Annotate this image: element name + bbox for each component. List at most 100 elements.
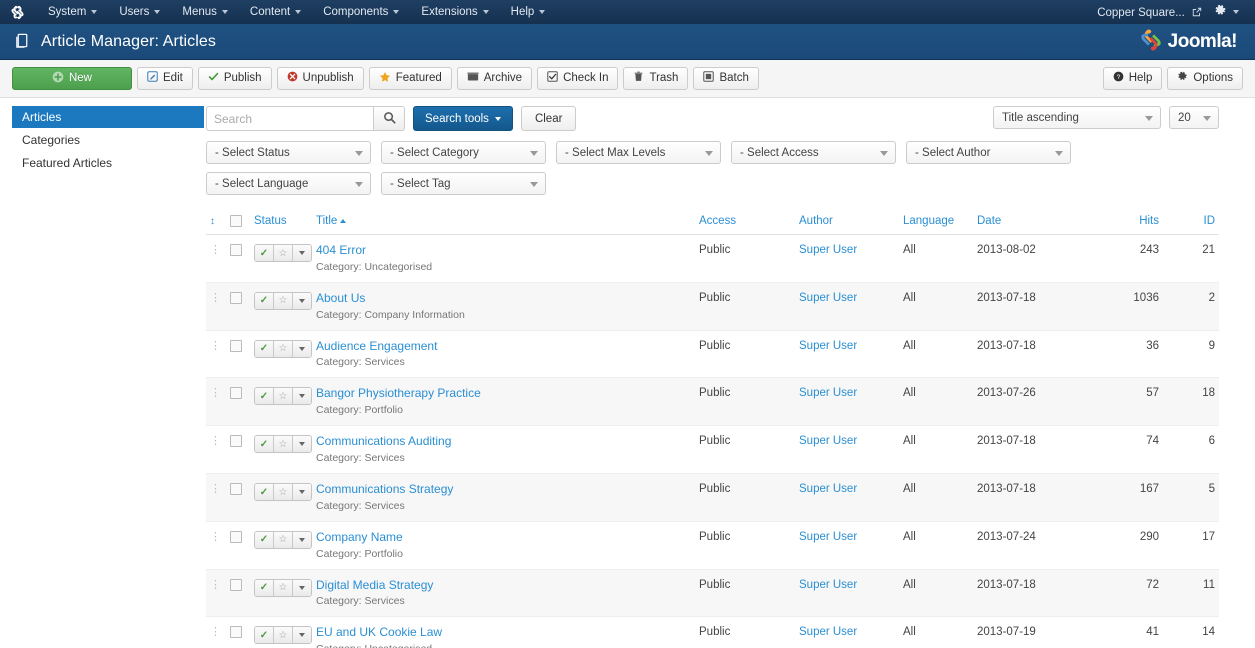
author-link[interactable]: Super User: [799, 626, 857, 638]
drag-handle-icon[interactable]: ⋮: [210, 340, 221, 352]
sort-order-select[interactable]: Title ascending: [993, 106, 1161, 129]
drag-handle-icon[interactable]: ⋮: [210, 531, 221, 543]
row-checkbox[interactable]: [230, 530, 242, 543]
status-dropdown-toggle[interactable]: [293, 627, 311, 644]
options-button[interactable]: Options: [1167, 67, 1243, 90]
status-dropdown-toggle[interactable]: [293, 340, 311, 357]
menu-item-extensions[interactable]: Extensions: [410, 2, 499, 22]
menu-item-users[interactable]: Users: [108, 2, 171, 22]
featured-star-icon[interactable]: ☆: [274, 388, 293, 405]
status-dropdown-toggle[interactable]: [293, 579, 311, 596]
author-link[interactable]: Super User: [799, 483, 857, 495]
publish-status-icon[interactable]: ✓: [255, 340, 274, 357]
publish-button[interactable]: Publish: [197, 67, 272, 90]
publish-status-icon[interactable]: ✓: [255, 484, 274, 501]
archive-button[interactable]: Archive: [456, 67, 533, 90]
row-checkbox[interactable]: [230, 244, 242, 257]
column-header-id[interactable]: ID: [1163, 211, 1219, 236]
featured-star-icon[interactable]: ☆: [274, 627, 293, 644]
joomla-mark-icon[interactable]: [10, 5, 25, 20]
drag-handle-icon[interactable]: ⋮: [210, 387, 221, 399]
column-header-ordering[interactable]: ↕: [206, 211, 226, 236]
filter-category-select[interactable]: - Select Category: [381, 141, 546, 164]
author-link[interactable]: Super User: [799, 292, 857, 304]
article-title-link[interactable]: Communications Auditing: [316, 434, 691, 449]
sidebar-item-featured-articles[interactable]: Featured Articles: [12, 152, 204, 174]
column-header-title[interactable]: Title: [312, 211, 695, 236]
help-button[interactable]: ? Help: [1102, 67, 1163, 90]
row-checkbox[interactable]: [230, 578, 242, 591]
filter-status-select[interactable]: - Select Status: [206, 141, 371, 164]
menu-item-system[interactable]: System: [37, 2, 108, 22]
article-title-link[interactable]: Bangor Physiotherapy Practice: [316, 387, 691, 401]
column-header-select-all[interactable]: [226, 211, 250, 236]
article-title-link[interactable]: Audience Engagement: [316, 339, 691, 354]
article-title-link[interactable]: Digital Media Strategy: [316, 578, 691, 593]
column-header-author[interactable]: Author: [795, 211, 899, 236]
search-tools-button[interactable]: Search tools: [413, 106, 513, 131]
status-dropdown-toggle[interactable]: [293, 292, 311, 309]
featured-star-icon[interactable]: ☆: [274, 579, 293, 596]
author-link[interactable]: Super User: [799, 244, 857, 256]
column-header-language[interactable]: Language: [899, 211, 973, 236]
status-dropdown-toggle[interactable]: [293, 245, 311, 262]
featured-button[interactable]: Featured: [368, 67, 452, 90]
site-name-link[interactable]: Copper Square...: [1097, 6, 1202, 19]
menu-item-components[interactable]: Components: [312, 2, 410, 22]
menu-item-menus[interactable]: Menus: [171, 2, 239, 22]
clear-button[interactable]: Clear: [520, 106, 577, 131]
column-header-status[interactable]: Status: [250, 211, 312, 236]
publish-status-icon[interactable]: ✓: [255, 388, 274, 405]
drag-handle-icon[interactable]: ⋮: [210, 626, 221, 638]
status-dropdown-toggle[interactable]: [293, 388, 311, 405]
search-input[interactable]: [206, 106, 373, 131]
drag-handle-icon[interactable]: ⋮: [210, 292, 221, 304]
author-link[interactable]: Super User: [799, 340, 857, 352]
row-checkbox[interactable]: [230, 435, 242, 448]
publish-status-icon[interactable]: ✓: [255, 579, 274, 596]
drag-handle-icon[interactable]: ⋮: [210, 483, 221, 495]
drag-handle-icon[interactable]: ⋮: [210, 244, 221, 256]
featured-star-icon[interactable]: ☆: [274, 484, 293, 501]
publish-status-icon[interactable]: ✓: [255, 627, 274, 644]
article-title-link[interactable]: Communications Strategy: [316, 482, 691, 497]
status-dropdown-toggle[interactable]: [293, 436, 311, 453]
publish-status-icon[interactable]: ✓: [255, 292, 274, 309]
article-title-link[interactable]: EU and UK Cookie Law: [316, 626, 691, 640]
featured-star-icon[interactable]: ☆: [274, 245, 293, 262]
row-checkbox[interactable]: [230, 339, 242, 352]
filter-tag-select[interactable]: - Select Tag: [381, 172, 546, 195]
checkin-button[interactable]: Check In: [537, 67, 619, 90]
featured-star-icon[interactable]: ☆: [274, 531, 293, 548]
row-checkbox[interactable]: [230, 483, 242, 496]
column-header-access[interactable]: Access: [695, 211, 795, 236]
publish-status-icon[interactable]: ✓: [255, 436, 274, 453]
featured-star-icon[interactable]: ☆: [274, 292, 293, 309]
sidebar-item-articles[interactable]: Articles: [12, 106, 204, 128]
filter-author-select[interactable]: - Select Author: [906, 141, 1071, 164]
menu-item-content[interactable]: Content: [239, 2, 312, 22]
publish-status-icon[interactable]: ✓: [255, 531, 274, 548]
article-title-link[interactable]: About Us: [316, 291, 691, 306]
featured-star-icon[interactable]: ☆: [274, 436, 293, 453]
author-link[interactable]: Super User: [799, 531, 857, 543]
column-header-hits[interactable]: Hits: [1077, 211, 1163, 236]
edit-button[interactable]: Edit: [137, 67, 193, 90]
list-limit-select[interactable]: 20: [1169, 106, 1219, 129]
sidebar-item-categories[interactable]: Categories: [12, 129, 204, 151]
featured-star-icon[interactable]: ☆: [274, 340, 293, 357]
author-link[interactable]: Super User: [799, 435, 857, 447]
new-button[interactable]: New: [12, 67, 132, 90]
row-checkbox[interactable]: [230, 626, 242, 639]
column-header-date[interactable]: Date: [973, 211, 1077, 236]
filter-access-select[interactable]: - Select Access: [731, 141, 896, 164]
author-link[interactable]: Super User: [799, 387, 857, 399]
admin-settings-button[interactable]: [1214, 4, 1239, 20]
select-all-checkbox[interactable]: [230, 215, 242, 227]
author-link[interactable]: Super User: [799, 579, 857, 591]
publish-status-icon[interactable]: ✓: [255, 245, 274, 262]
trash-button[interactable]: Trash: [623, 67, 689, 90]
unpublish-button[interactable]: Unpublish: [276, 67, 364, 90]
status-dropdown-toggle[interactable]: [293, 484, 311, 501]
article-title-link[interactable]: 404 Error: [316, 243, 691, 258]
